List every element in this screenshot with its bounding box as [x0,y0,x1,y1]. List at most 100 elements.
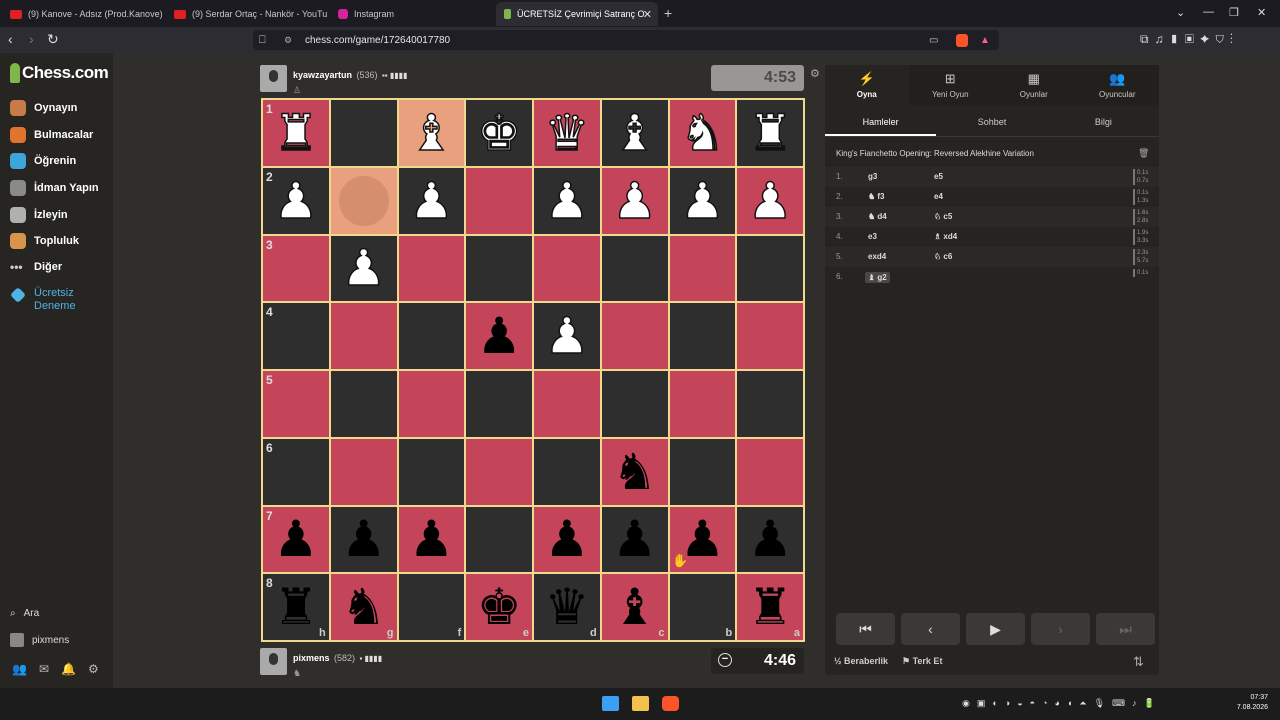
board-square[interactable] [601,371,668,437]
board-square[interactable]: ♚ [466,100,532,166]
black-knight-icon[interactable]: ♞ [612,447,657,497]
brave-rewards-icon[interactable]: ▲ [980,35,990,46]
offer-draw-button[interactable]: ½ Beraberlik [834,656,888,666]
sidebar-item-watch[interactable]: İzleyin [10,207,68,223]
board-square[interactable]: ♟ [737,167,803,234]
board-square[interactable]: 5 [263,371,329,437]
player-avatar[interactable] [260,648,287,675]
board-square[interactable]: ♜ [737,100,803,166]
board-square[interactable] [330,167,397,234]
black-pawn-icon[interactable]: ♟ [477,311,522,361]
board-square[interactable]: ♟ [398,506,465,573]
windows-start-icon[interactable] [602,696,619,711]
board-square[interactable]: d ♛ [534,574,600,640]
white-king-icon[interactable]: ♚ [476,107,522,159]
board-square[interactable] [398,438,465,505]
board-square[interactable]: 4 [263,303,329,369]
board-square[interactable]: 8 h ♜ [263,574,329,640]
sidebar-item-learn[interactable]: Öğrenin [10,153,76,169]
white-rook-icon[interactable]: ♜ [273,107,319,159]
chesscom-logo[interactable]: Chess.com [10,63,109,83]
sidebar-item-puzzles[interactable]: Bulmacalar [10,127,93,143]
black-move[interactable]: ♘ c6 [934,252,952,261]
board-square[interactable] [398,303,465,369]
board-square[interactable]: ♟ [330,235,397,302]
restore-icon[interactable]: ❐ [1229,6,1239,19]
tab-players[interactable]: 👥 Oyuncular [1076,65,1160,105]
board-square[interactable] [737,371,803,437]
last-move-button[interactable]: ⏭ [1096,613,1155,645]
browser-tab[interactable]: (9) Kanove - Adsız (Prod.Kanove) - Yo [2,2,164,26]
tab-info[interactable]: Bilgi [1048,109,1159,136]
board-square[interactable]: 3 [263,235,329,302]
black-queen-icon[interactable]: ♛ [544,582,589,632]
board-settings-gear-icon[interactable]: ⚙ [810,67,820,80]
site-info-icon[interactable]: ⚙ [284,35,292,46]
sidebar-item-more[interactable]: ••• Diğer [10,260,62,274]
resign-button[interactable]: ⚑ Terk Et [902,656,942,667]
mail-icon[interactable]: ✉ [39,662,49,676]
white-pawn-icon[interactable]: ♟ [747,175,793,227]
board-square[interactable]: ♟ [601,167,668,234]
white-bishop-icon[interactable]: ♝ [611,107,657,159]
board-square[interactable]: ♛ [534,100,600,166]
flip-board-icon[interactable]: ⇅ [1133,654,1144,670]
reload-icon[interactable]: ↻ [47,31,59,48]
next-move-button[interactable]: › [1031,613,1090,645]
white-move[interactable]: g3 [868,172,877,181]
sidebar-item-free-trial[interactable]: Ücretsiz Deneme [10,287,84,313]
chevron-down-icon[interactable]: ⌄ [1176,6,1185,19]
board-square[interactable]: g ♞ [330,574,397,640]
board-square[interactable]: ♝ [601,100,668,166]
board-square[interactable]: ♟ [398,167,465,234]
board-square[interactable]: ♟ [601,506,668,573]
tab-games[interactable]: ▦ Oyunlar [992,65,1076,105]
board-square[interactable] [737,303,803,369]
white-pawn-icon[interactable]: ♟ [611,175,657,227]
board-square[interactable] [466,438,532,505]
board-square[interactable] [669,371,736,437]
tab-play[interactable]: ⚡ Oyna [825,65,909,105]
board-square[interactable]: f [398,574,465,640]
first-move-button[interactable]: ⏮ [836,613,895,645]
board-square[interactable] [466,235,532,302]
board-square[interactable]: ♞ [601,438,668,505]
white-move[interactable]: exd4 [868,252,886,261]
white-queen-icon[interactable]: ♛ [544,107,590,159]
forward-icon[interactable]: › [29,31,34,47]
black-pawn-icon[interactable]: ♟ [612,514,657,564]
board-square[interactable] [330,438,397,505]
board-square[interactable] [669,303,736,369]
sidebar-profile[interactable]: pixmens [10,633,69,647]
cast-icon[interactable]: ▭ [929,35,938,46]
board-square[interactable]: 6 [263,438,329,505]
back-icon[interactable]: ‹ [8,31,13,47]
white-pawn-icon[interactable]: ♟ [340,243,386,295]
black-pawn-icon[interactable]: ♟ [544,514,589,564]
board-square[interactable] [330,303,397,369]
board-square[interactable]: ♟ [330,506,397,573]
play-moves-button[interactable]: ▶ [966,613,1025,645]
board-square[interactable]: ♟ [534,506,600,573]
trash-icon[interactable]: 🗑 [1138,148,1149,159]
sidebar-search[interactable]: ⌕ Ara [10,608,39,619]
board-square[interactable]: ♟ [737,506,803,573]
new-tab-icon[interactable]: + [664,5,672,21]
minimize-icon[interactable]: — [1203,6,1214,18]
board-square[interactable]: ♟ [669,167,736,234]
player-name[interactable]: pixmens [293,653,330,663]
settings-gear-icon[interactable]: ⚙ [88,662,99,676]
white-pawn-icon[interactable]: ♟ [544,175,590,227]
white-pawn-icon[interactable]: ♟ [679,175,725,227]
board-square[interactable] [466,371,532,437]
board-square[interactable] [737,235,803,302]
board-square[interactable]: 7 ♟ [263,506,329,573]
black-king-icon[interactable]: ♚ [477,582,522,632]
browser-tab[interactable]: Instagram [330,2,492,26]
close-tab-icon[interactable]: ✕ [643,8,652,21]
white-pawn-icon[interactable]: ♟ [544,310,590,362]
white-move[interactable]: e3 [868,232,877,241]
black-pawn-icon[interactable]: ♟ [341,514,386,564]
black-pawn-icon[interactable]: ♟ [748,514,793,564]
bell-icon[interactable]: 🔔 [61,662,76,676]
